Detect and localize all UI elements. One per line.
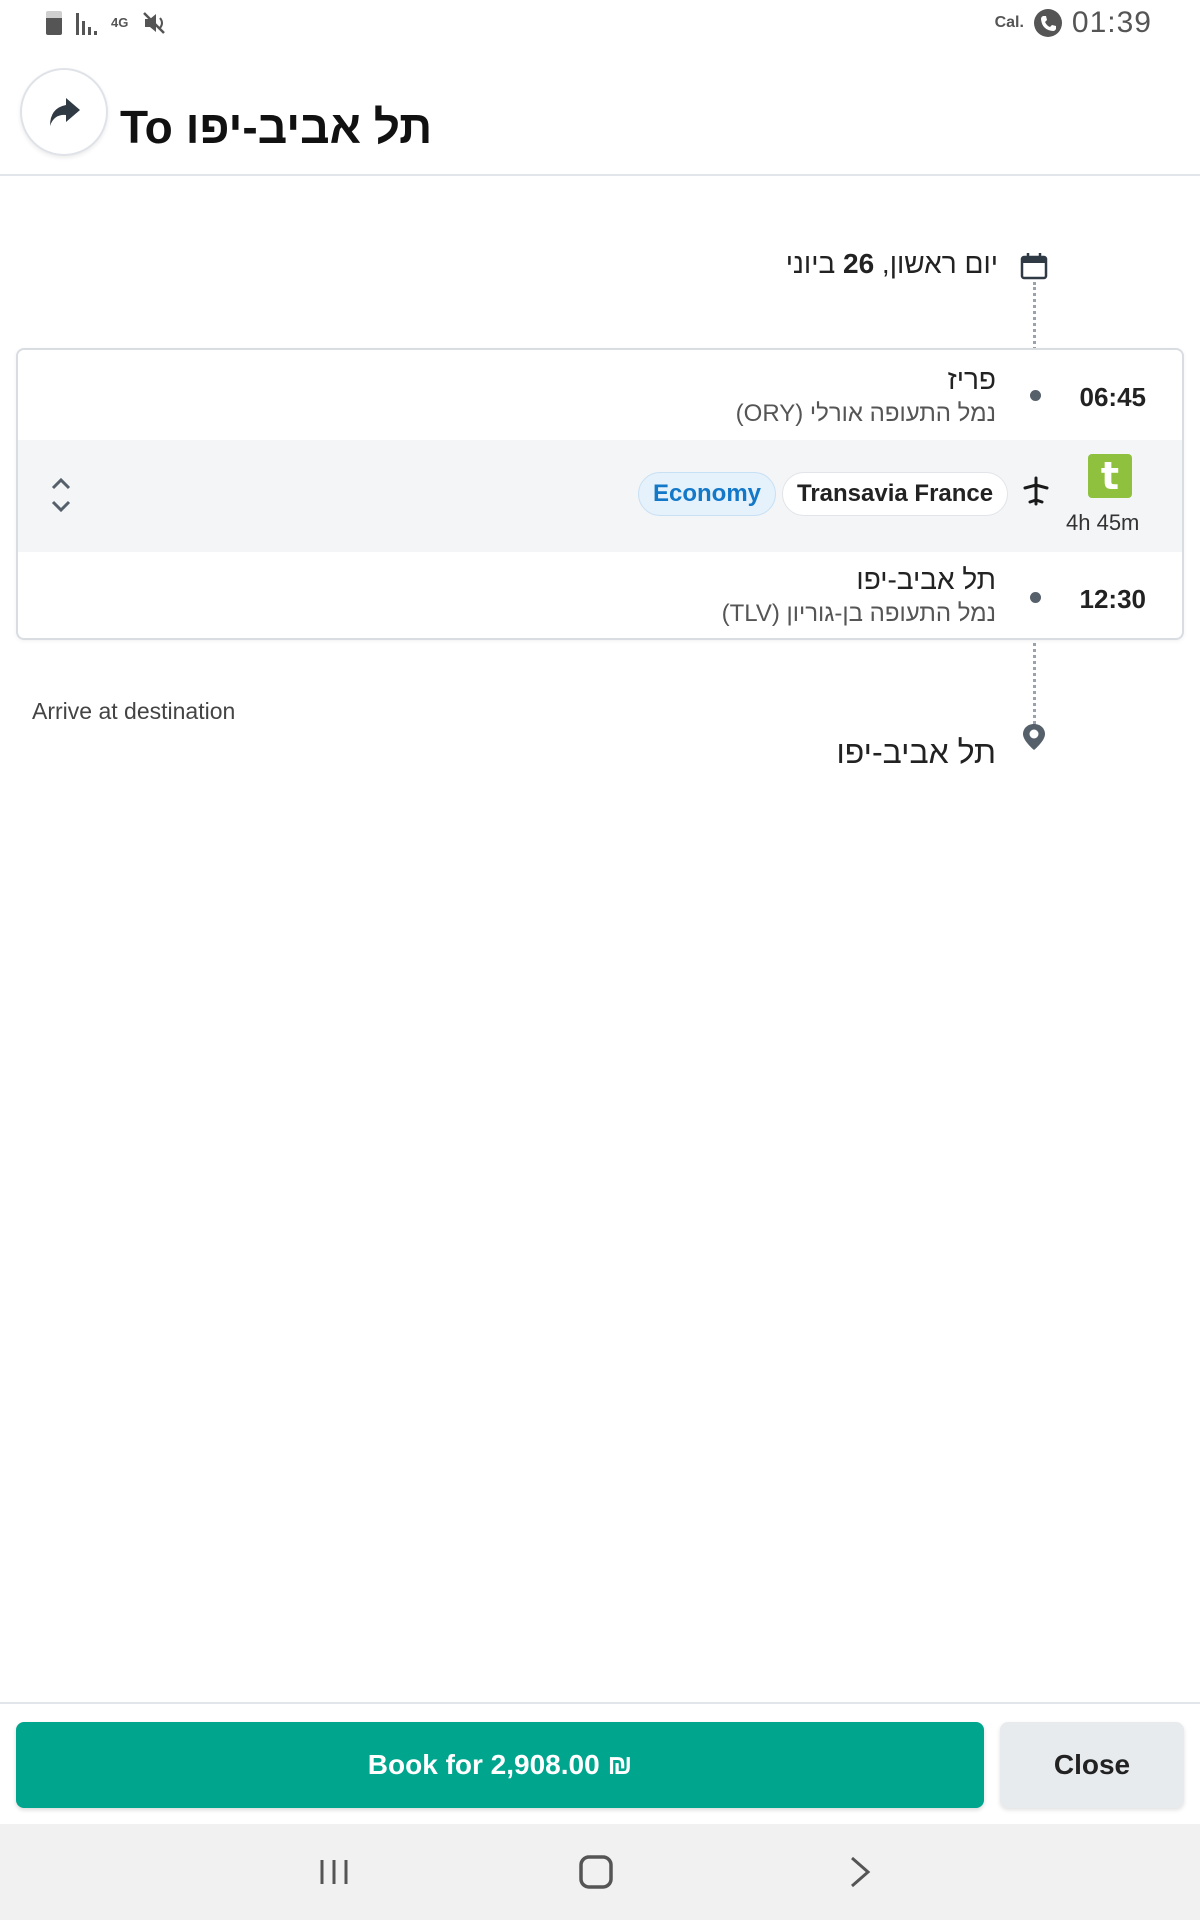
departure-time: 06:45 [1079,382,1147,412]
flight-duration: 4h 45m [1066,510,1140,535]
flight-card[interactable]: פריז נמל התעופה אורלי (ORY) 06:45 Econom… [16,348,1184,640]
airline-badge: Transavia France [782,472,1009,516]
battery-icon [46,11,62,35]
arrival-city: תל אביב-יפו [856,564,996,595]
network-type: 4G [111,15,129,30]
cabin-class-badge: Economy [638,472,777,516]
arrive-label: Arrive at destination [32,698,236,724]
phone-icon [1033,9,1062,37]
destination-city: תל אביב-יפו [836,734,996,770]
departure-dot [1030,390,1041,401]
back-icon[interactable] [840,1852,880,1892]
share-icon [50,98,80,126]
header: To תל אביב-יפו [0,60,1200,176]
carrier-label: Cal. [994,14,1024,31]
arrival-airport: נמל התעופה בן-גוריון (TLV) [721,600,996,627]
airline-logo: t [1088,454,1132,498]
arrival-dot [1030,592,1041,603]
footer: Book for 2,908.00 ₪ Close [0,1702,1200,1824]
close-button[interactable]: Close [1000,1722,1184,1808]
departure-city: פריז [947,364,996,395]
home-icon[interactable] [576,1852,616,1892]
mute-icon [143,12,166,34]
signal-icon [76,11,97,35]
calendar-icon [1020,253,1048,280]
trip-date: יום ראשון, 26 ביוני [785,248,998,279]
clock: 01:39 [1071,6,1152,39]
book-button[interactable]: Book for 2,908.00 ₪ [16,1722,984,1808]
system-nav-bar [0,1824,1200,1920]
plane-icon [1023,476,1049,506]
page-title: To תל אביב-יפו [120,101,433,153]
share-button[interactable] [20,68,108,156]
arrival-time: 12:30 [1079,584,1147,614]
location-pin-icon [1023,724,1045,750]
recent-apps-icon[interactable] [314,1852,354,1892]
departure-airport: נמל התעופה אורלי (ORY) [735,400,996,427]
expand-icon[interactable] [50,474,72,521]
status-bar: 4G Cal. 01:39 [0,0,1200,50]
